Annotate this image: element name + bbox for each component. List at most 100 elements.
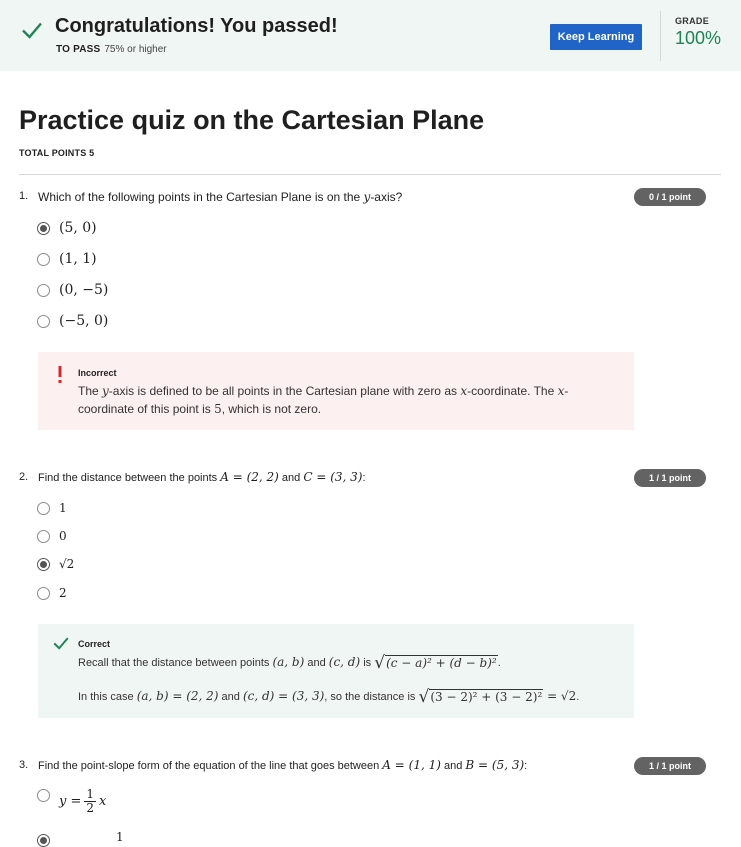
math-var: y bbox=[102, 384, 109, 398]
total-points: TOTAL POINTS 5 bbox=[19, 148, 95, 158]
answer-option[interactable]: √2 bbox=[37, 557, 74, 571]
option-label: 1 bbox=[59, 501, 67, 515]
question-text-part: : bbox=[524, 760, 528, 772]
feedback-title: Correct bbox=[78, 639, 111, 649]
points-badge: 0 / 1 point bbox=[634, 188, 706, 206]
radio-unselected[interactable] bbox=[37, 789, 50, 802]
answer-option[interactable]: 0 bbox=[37, 529, 67, 543]
answer-option[interactable]: (0, −5) bbox=[37, 282, 108, 298]
sqrt-expr: √ (3 − 2)² + (3 − 2)² bbox=[418, 687, 544, 708]
math-expr: (3 − 2)² + (3 − 2)² bbox=[429, 689, 544, 705]
pass-title: Congratulations! You passed! bbox=[55, 15, 338, 37]
question-number: 3. bbox=[19, 759, 29, 771]
math-expr: (c, d) bbox=[328, 655, 361, 669]
feedback-part: is bbox=[360, 657, 375, 669]
feedback-part: -axis is defined to be all points in the… bbox=[108, 384, 461, 398]
math-expr: C = (3, 3) bbox=[303, 470, 363, 484]
to-pass-label: TO PASS bbox=[56, 44, 101, 55]
page-title: Practice quiz on the Cartesian Plane bbox=[19, 105, 485, 135]
exclamation-icon bbox=[58, 366, 62, 383]
feedback-part: coordinate of this point is bbox=[78, 402, 215, 416]
math-expr: y = bbox=[59, 794, 82, 809]
sqrt-expr: √ (c − a)² + (d − b)² bbox=[374, 653, 498, 674]
divider bbox=[19, 174, 721, 175]
question-text-part: and bbox=[440, 760, 466, 772]
answer-option[interactable]: (−5, 0) bbox=[37, 313, 108, 329]
question-text-part: -axis? bbox=[370, 190, 403, 204]
feedback-part: - bbox=[564, 384, 569, 398]
math-expr: = √2 bbox=[543, 689, 577, 703]
question-text: Find the point-slope form of the equatio… bbox=[38, 758, 527, 772]
radio-selected[interactable] bbox=[37, 221, 50, 235]
option-label: (5, 0) bbox=[59, 220, 97, 236]
question-number: 2. bbox=[19, 471, 29, 483]
option-label: (−5, 0) bbox=[59, 313, 109, 329]
feedback-line: In this case (a, b) = (2, 2) and (c, d) … bbox=[78, 687, 579, 706]
math-var: x bbox=[99, 794, 107, 809]
check-icon bbox=[22, 22, 42, 39]
to-pass-value: 75% or higher bbox=[104, 44, 167, 55]
grade-value: 100% bbox=[675, 28, 722, 48]
answer-option[interactable] bbox=[37, 789, 50, 802]
to-pass-info: TO PASS 75% or higher bbox=[56, 44, 167, 55]
option-label: √2 bbox=[59, 557, 75, 571]
feedback-part: -coordinate. The bbox=[467, 384, 558, 398]
check-icon bbox=[53, 637, 69, 650]
feedback-part: and bbox=[304, 657, 329, 669]
feedback-part: In this case bbox=[78, 691, 137, 703]
radio-unselected[interactable] bbox=[37, 586, 50, 600]
option-label: 2 bbox=[59, 586, 67, 600]
option-label: y = 12 x bbox=[59, 788, 106, 815]
math-expr: (a, b) = (2, 2) bbox=[136, 689, 219, 703]
radio-unselected[interactable] bbox=[37, 501, 50, 515]
radio-selected[interactable] bbox=[37, 557, 50, 571]
feedback-part: and bbox=[218, 691, 243, 703]
math-expr: A = (2, 2) bbox=[220, 470, 279, 484]
answer-option[interactable]: 2 bbox=[37, 586, 67, 600]
keep-learning-button[interactable]: Keep Learning bbox=[550, 24, 642, 50]
grade-label: GRADE bbox=[675, 16, 710, 26]
feedback-title: Incorrect bbox=[78, 368, 117, 378]
feedback-part: , so the distance is bbox=[324, 691, 419, 703]
math-expr: (c, d) = (3, 3) bbox=[242, 689, 325, 703]
fraction-numerator: 1 bbox=[116, 830, 124, 844]
question-text-part: and bbox=[278, 472, 304, 484]
radio-unselected[interactable] bbox=[37, 529, 50, 543]
feedback-line: Recall that the distance between points … bbox=[78, 653, 501, 672]
points-badge: 1 / 1 point bbox=[634, 469, 706, 487]
question-number: 1. bbox=[19, 190, 29, 202]
math-expr: B = (5, 3) bbox=[465, 758, 525, 772]
question-text: Which of the following points in the Car… bbox=[38, 190, 402, 204]
question-text: Find the distance between the points A =… bbox=[38, 470, 366, 484]
radio-unselected[interactable] bbox=[37, 314, 50, 328]
points-badge: 1 / 1 point bbox=[634, 757, 706, 775]
math-num: 5 bbox=[214, 402, 222, 416]
radio-unselected[interactable] bbox=[37, 252, 50, 266]
option-label: 0 bbox=[59, 529, 67, 543]
answer-option[interactable]: (5, 0) bbox=[37, 220, 97, 236]
feedback-part: . bbox=[497, 657, 501, 669]
feedback-part: . bbox=[576, 691, 580, 703]
fraction-numerator: 1 bbox=[86, 787, 95, 801]
feedback-incorrect: Incorrect The y-axis is defined to be al… bbox=[38, 352, 634, 430]
answer-option[interactable]: (1, 1) bbox=[37, 251, 97, 267]
fraction-denominator: 2 bbox=[84, 801, 97, 815]
pass-banner: Congratulations! You passed! TO PASS 75% … bbox=[0, 0, 741, 71]
feedback-part: Recall that the distance between points bbox=[78, 657, 273, 669]
option-label: (1, 1) bbox=[59, 251, 97, 267]
answer-option[interactable]: 1 bbox=[37, 501, 67, 515]
feedback-text: The y-axis is defined to be all points i… bbox=[78, 382, 608, 418]
feedback-part: The bbox=[78, 384, 103, 398]
math-expr: A = (1, 1) bbox=[382, 758, 441, 772]
banner-divider bbox=[660, 11, 661, 61]
radio-unselected[interactable] bbox=[37, 283, 50, 297]
question-text-part: : bbox=[362, 472, 366, 484]
math-expr: (a, b) bbox=[272, 655, 305, 669]
fraction: 12 bbox=[84, 787, 97, 815]
question-text-part: Which of the following points in the Car… bbox=[38, 190, 364, 204]
feedback-part: , which is not zero. bbox=[221, 402, 322, 416]
feedback-correct: Correct Recall that the distance between… bbox=[38, 624, 634, 718]
question-text-part: Find the distance between the points bbox=[38, 472, 221, 484]
math-expr: (c − a)² + (d − b)² bbox=[385, 655, 498, 671]
option-label: (0, −5) bbox=[59, 282, 109, 298]
